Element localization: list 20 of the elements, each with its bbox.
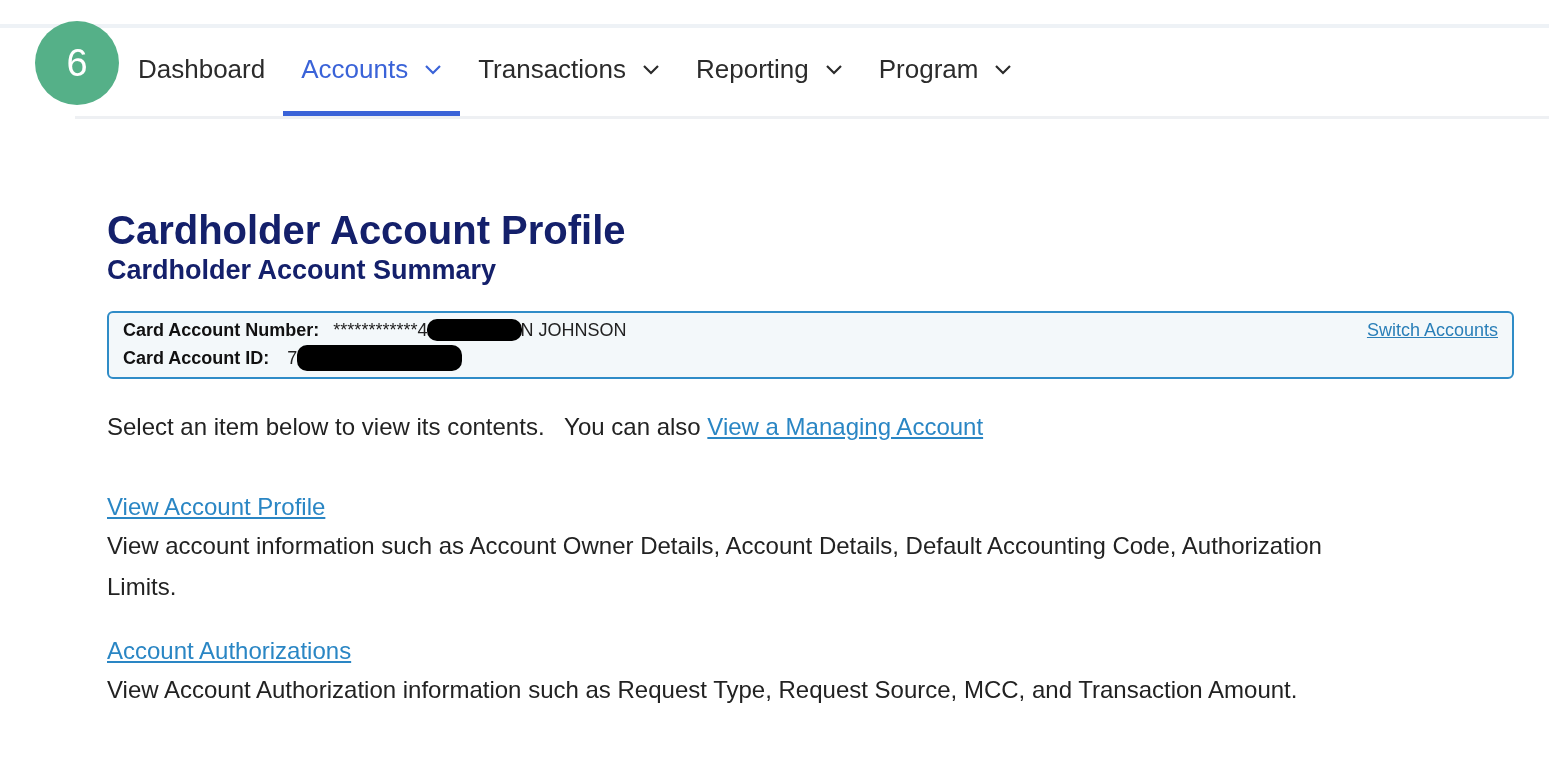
item-description: View account information such as Account Owner Details, Account Details, Default Accounting Code, Authorization Limits. bbox=[107, 531, 1323, 602]
field-label: Card Account ID: bbox=[123, 347, 270, 370]
nav-tab[interactable]: Dashboard bbox=[120, 28, 284, 116]
field-value: 7 bbox=[287, 347, 298, 370]
nav-tab[interactable]: Accounts bbox=[283, 28, 461, 116]
nav-tab[interactable]: Program bbox=[860, 28, 1031, 116]
step-badge: 6 bbox=[35, 21, 119, 105]
page-subtitle: Cardholder Account Summary bbox=[107, 254, 498, 287]
intro-text: Select an item below to view its contents. You can also View a Managing Account bbox=[107, 413, 985, 441]
nav-tab[interactable]: Transactions bbox=[460, 28, 679, 116]
field-value: ************4 bbox=[333, 319, 428, 342]
item-link[interactable]: View Account Profile bbox=[107, 493, 326, 520]
item-description: View Account Authorization information such as Request Type, Request Source, MCC, and Transaction Amount. bbox=[107, 675, 1299, 705]
nav-tab[interactable]: Reporting bbox=[678, 28, 861, 116]
managing-account-link[interactable]: View a Managing Account bbox=[707, 413, 984, 440]
field-label: Card Account Number: bbox=[123, 319, 320, 342]
page-title: Cardholder Account Profile bbox=[107, 207, 627, 253]
switch-accounts-link[interactable]: Switch Accounts bbox=[1366, 316, 1498, 372]
item-link[interactable]: Account Authorizations bbox=[107, 637, 352, 664]
field-value: N JOHNSON bbox=[520, 319, 627, 342]
